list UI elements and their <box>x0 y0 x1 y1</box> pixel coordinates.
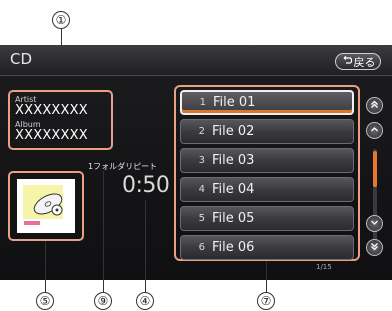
file-list-item[interactable]: 6 File 06 <box>180 235 354 260</box>
cd-player-screen: CD 戻る Artist XXXXXXXX Album XXXXXXXX 1フォ… <box>0 45 392 280</box>
double-chevron-down-icon <box>370 242 379 254</box>
title-bar: CD 戻る <box>0 45 392 76</box>
page-down-button[interactable] <box>366 239 383 256</box>
elapsed-time: 0:50 <box>122 173 170 198</box>
scrollbar-track[interactable] <box>373 149 377 253</box>
artist-value: XXXXXXXX <box>15 103 88 118</box>
page-indicator: 1/15 <box>316 263 332 271</box>
scroll-up-button[interactable] <box>366 122 383 139</box>
album-artwork <box>17 179 75 233</box>
file-name: File 04 <box>212 182 255 197</box>
back-button-label: 戻る <box>353 55 376 69</box>
callout-7: ⑦ <box>257 292 275 310</box>
chevron-up-icon <box>370 125 379 137</box>
file-number: 6 <box>198 242 205 253</box>
file-list-item[interactable]: 2 File 02 <box>180 119 354 144</box>
track-info-box: Artist XXXXXXXX Album XXXXXXXX <box>8 90 113 150</box>
chevron-down-icon <box>370 218 379 230</box>
file-number: 4 <box>198 184 205 195</box>
scroll-down-button[interactable] <box>366 215 383 232</box>
source-title: CD <box>10 50 33 68</box>
callout-5: ⑤ <box>36 292 54 310</box>
back-button[interactable]: 戻る <box>335 53 381 70</box>
page-up-button[interactable] <box>366 97 383 114</box>
file-name: File 02 <box>212 124 255 139</box>
file-number: 2 <box>198 126 205 137</box>
file-name: File 03 <box>212 153 255 168</box>
file-list-item[interactable]: 5 File 05 <box>180 206 354 231</box>
album-artwork-frame <box>8 171 84 241</box>
scrollbar-thumb[interactable] <box>373 151 377 187</box>
return-arrow-icon <box>341 55 352 68</box>
callout-5-leader <box>45 241 46 292</box>
file-number: 5 <box>198 213 205 224</box>
callout-4-leader <box>145 200 146 292</box>
double-chevron-up-icon <box>370 100 379 112</box>
callout-9-leader <box>103 171 104 292</box>
manual-figure: ① CD 戻る Artist XXXXXXXX Album XXXXXXXX 1… <box>0 0 392 311</box>
file-list-item[interactable]: 1 File 01 <box>180 90 354 115</box>
file-number: 3 <box>198 155 205 166</box>
file-name: File 05 <box>212 211 255 226</box>
file-name: File 06 <box>212 240 255 255</box>
file-number: 1 <box>199 97 206 108</box>
callout-9: ⑨ <box>94 292 112 310</box>
callout-4: ④ <box>136 292 154 310</box>
album-value: XXXXXXXX <box>15 128 88 143</box>
file-list: 1 File 01 2 File 02 3 File 03 4 File 04 … <box>174 85 360 261</box>
callout-7-leader <box>266 261 267 292</box>
callout-1: ① <box>52 11 70 29</box>
file-list-item[interactable]: 4 File 04 <box>180 177 354 202</box>
disc-artwork-icon <box>23 185 63 225</box>
file-list-item[interactable]: 3 File 03 <box>180 148 354 173</box>
repeat-mode-label: 1フォルダリピート <box>88 162 158 171</box>
file-name: File 01 <box>213 95 256 110</box>
